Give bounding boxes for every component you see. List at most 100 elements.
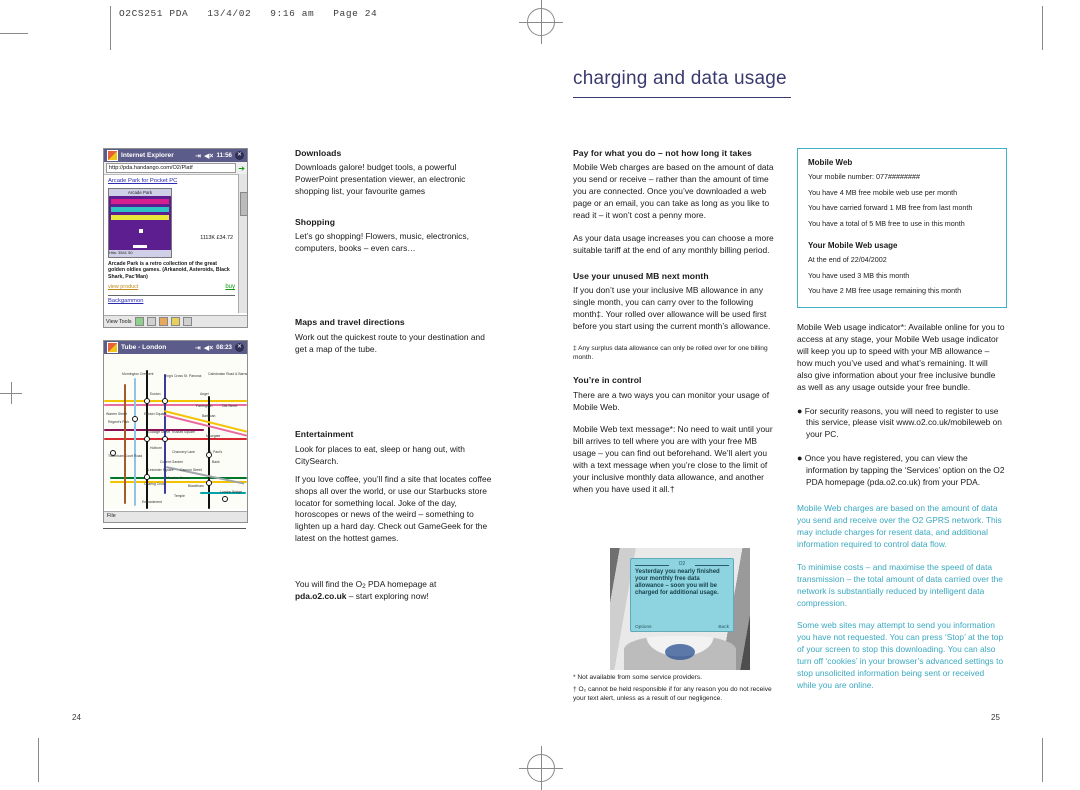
tube-station-label: Goodge Street: [148, 430, 171, 434]
close-icon: ✕: [235, 343, 244, 352]
info-box-title: Mobile Web: [808, 158, 853, 167]
game-brick-row: [111, 214, 169, 220]
crop-mark-bottom-right-vertical: [1042, 738, 1043, 782]
homepage-url[interactable]: pda.o2.co.uk: [295, 591, 346, 601]
ie-toolbar[interactable]: View Tools: [104, 315, 247, 327]
tube-station-label: Euston Square: [144, 412, 167, 416]
tube-station-label: Angel: [200, 392, 209, 396]
section-footnote: ‡ Any surplus data allowance can only be…: [573, 344, 768, 362]
section-heading: Pay for what you do – not how long it ta…: [573, 148, 752, 158]
phone-screen-header: O2: [635, 561, 729, 568]
tube-map-canvas[interactable]: Mornington Crescent King's Cross St. Pan…: [104, 354, 247, 509]
tube-menu-bar[interactable]: File: [104, 511, 247, 522]
windows-logo-icon: [107, 150, 118, 161]
phone-screen-message: Yesterday you nearly finished your month…: [635, 569, 720, 596]
column-right: Mobile Web Your mobile number: 077######…: [797, 148, 1007, 703]
section-paragraph: If you love coffee, you’ll find a site t…: [295, 473, 492, 544]
game-paddle: [133, 244, 147, 248]
tube-file-menu[interactable]: File: [107, 513, 116, 519]
section-paragraph: There are a two ways you can monitor you…: [573, 389, 770, 412]
tube-station-label: Covent Garden: [160, 460, 183, 464]
screenshot-tube-map: Tube - London ⇥ ◀× 08:23 ✕ Mornington Cr…: [103, 340, 248, 523]
game-thumbnail: Arcade Park Hits: 3541 50: [108, 187, 172, 258]
go-icon[interactable]: ➔: [238, 164, 245, 173]
home-icon[interactable]: [158, 317, 168, 326]
tube-station-marker: [144, 474, 150, 480]
teal-paragraph: Some web sites may attempt to send you i…: [797, 620, 1004, 691]
speaker-icon: ◀×: [203, 344, 214, 352]
phone-screen: O2 Yesterday you nearly finished your mo…: [630, 558, 734, 632]
network-icon: ⇥: [194, 344, 201, 352]
ie-address-bar[interactable]: http://pda.handango.com/O2/Platf ➔: [104, 162, 247, 175]
section-heading: You’re in control: [573, 375, 642, 386]
game-brick-row: [111, 206, 169, 212]
ie-toolbar-label[interactable]: View Tools: [106, 319, 132, 325]
windows-logo-icon: [107, 342, 118, 353]
tube-station-label: Embankment: [142, 500, 162, 504]
column-middle: Pay for what you do – not how long it ta…: [573, 148, 777, 507]
section-heading: Maps and travel directions: [295, 317, 405, 328]
print-page: O2CS251 PDA 13/4/02 9:16 am Page 24 char…: [0, 0, 1080, 790]
tube-station-label: Leicester Square: [148, 468, 174, 472]
ie-buy-link[interactable]: buy: [225, 284, 235, 292]
ie-clock: 11:56: [216, 152, 232, 159]
phone-navigation-key[interactable]: [665, 644, 695, 660]
tube-station-label: Barbican: [202, 414, 216, 418]
tube-station-marker: [162, 436, 168, 442]
ie-next-product-link[interactable]: Backgammon: [108, 298, 143, 304]
section-heading: Use your unused MB next month: [573, 270, 709, 281]
section-unused-mb: Use your unused MB next month If you don…: [573, 271, 777, 362]
ie-product-link[interactable]: Arcade Park for Pocket PC: [108, 178, 235, 186]
ie-url-input[interactable]: http://pda.handango.com/O2/Platf: [106, 163, 237, 173]
game-brick-row: [111, 198, 169, 204]
tube-title-bar: Tube - London ⇥ ◀× 08:23 ✕: [104, 341, 247, 354]
softkey-left[interactable]: Options: [635, 625, 652, 630]
ie-divider: [108, 294, 235, 296]
ie-view-link[interactable]: view product: [108, 284, 138, 292]
tube-line-circle-south: [110, 481, 247, 484]
tube-station-label: Old Street: [222, 404, 238, 408]
game-thumbnail-title: Arcade Park: [109, 188, 171, 196]
tube-station-label: Bank: [212, 460, 220, 464]
section-paragraph: Mobile Web text message*: No need to wai…: [573, 424, 773, 495]
tube-window-title: Tube - London: [121, 344, 167, 351]
tube-station-label: Farringdon: [196, 404, 213, 408]
prepress-slug: O2CS251 PDA 13/4/02 9:16 am Page 24: [119, 8, 378, 19]
tube-station-label: King's Cross St. Pancras: [164, 374, 202, 378]
tube-station-label: Temple: [174, 494, 185, 498]
ie-price-label: 1113K £34.72: [200, 235, 233, 241]
section-maps: Maps and travel directions Work out the …: [295, 317, 495, 355]
tube-station-marker: [206, 480, 212, 486]
section-heading: Shopping: [295, 217, 336, 228]
favorites-icon[interactable]: [170, 317, 180, 326]
info-box-line: Your mobile number: 077########: [808, 172, 921, 181]
refresh-icon[interactable]: [146, 317, 156, 326]
ie-product-description: Arcade Park is a retro collection of the…: [108, 260, 230, 280]
homepage-callout-lead: You will find the O: [295, 579, 363, 590]
title-underline: [573, 97, 791, 98]
tube-station-marker: [162, 398, 168, 404]
tube-station-label: Blackfriars: [188, 484, 204, 488]
section-entertainment: Entertainment Look for places to eat, sl…: [295, 429, 495, 545]
usage-indicator-paragraph: Mobile Web usage indicator*: Available o…: [797, 322, 1005, 392]
tube-station-label: Euston: [150, 392, 161, 396]
crop-mark-bottom-left-vertical: [38, 738, 39, 782]
back-icon[interactable]: [134, 317, 144, 326]
section-downloads: Downloads Downloads galore! budget tools…: [295, 148, 495, 198]
game-ball: [139, 228, 143, 233]
mobile-web-info-box: Mobile Web Your mobile number: 077######…: [797, 148, 1007, 309]
section-paragraph: Downloads galore! budget tools, a powerf…: [295, 162, 466, 197]
homepage-callout-lead-end: PDA homepage at: [365, 579, 437, 590]
bullet-icon: ●: [797, 405, 803, 416]
ie-scrollbar[interactable]: [238, 174, 247, 313]
ie-scrollbar-thumb[interactable]: [240, 192, 247, 216]
network-icon: ⇥: [195, 152, 202, 160]
column-left-text: Downloads Downloads galore! budget tools…: [295, 148, 495, 603]
right-bullet: ● For security reasons, you will need to…: [797, 405, 1005, 442]
close-icon: ✕: [235, 151, 244, 160]
page-number-left: 24: [72, 713, 81, 722]
footnote-asterisk: * Not available from some service provid…: [573, 674, 702, 681]
section-paragraph: If you don’t use your inclusive MB allow…: [573, 285, 771, 331]
keyboard-icon[interactable]: [182, 317, 192, 326]
softkey-right[interactable]: Back: [718, 625, 729, 630]
